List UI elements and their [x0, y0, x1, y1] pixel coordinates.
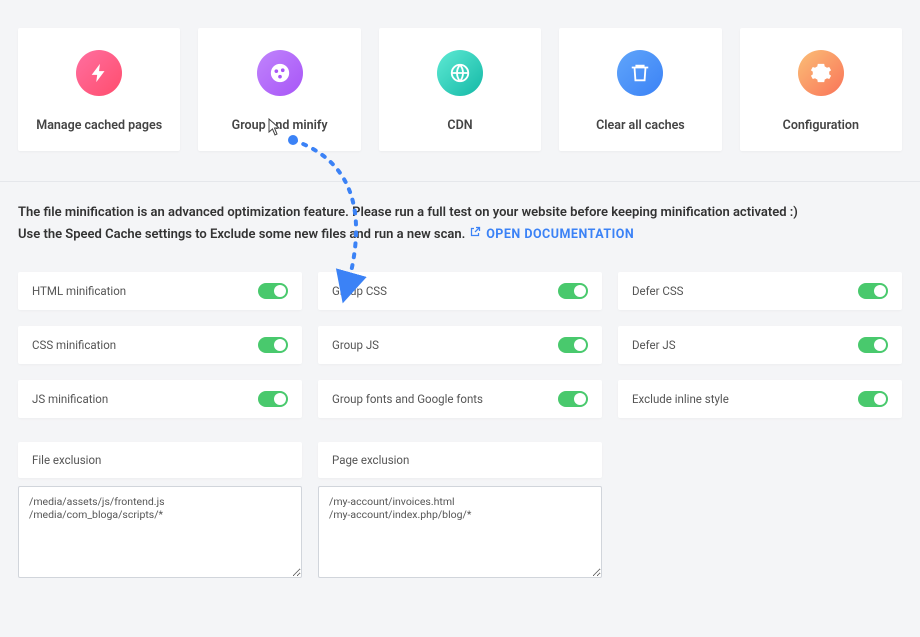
setting-label: Group CSS — [332, 284, 387, 298]
info-line-1: The file minification is an advanced opt… — [18, 202, 902, 224]
setting-label: Group JS — [332, 338, 379, 352]
setting-exclude-inline-style: Exclude inline style — [618, 380, 902, 418]
file-exclusion-textarea[interactable] — [18, 486, 302, 578]
info-line-2: Use the Speed Cache settings to Exclude … — [18, 224, 902, 246]
setting-label: CSS minification — [32, 338, 116, 352]
info-line-2-prefix: Use the Speed Cache settings to Exclude … — [18, 227, 469, 242]
card-configuration[interactable]: Configuration — [740, 28, 902, 151]
setting-label: Defer JS — [632, 338, 676, 352]
info-block: The file minification is an advanced opt… — [0, 182, 920, 260]
page-exclusion-textarea[interactable] — [318, 486, 602, 578]
external-link-icon — [469, 224, 481, 245]
toggle-group-js[interactable] — [558, 337, 588, 353]
setting-group-js: Group JS — [318, 326, 602, 364]
page-exclusion-col: Page exclusion — [318, 442, 602, 582]
card-label: CDN — [389, 118, 531, 133]
setting-group-css: Group CSS — [318, 272, 602, 310]
card-label: Group and minify — [208, 118, 350, 133]
top-cards-row: Manage cached pages Group and minify CDN… — [0, 0, 920, 171]
file-exclusion-label: File exclusion — [18, 442, 302, 478]
card-label: Clear all caches — [569, 118, 711, 133]
toggle-js-minification[interactable] — [258, 391, 288, 407]
setting-group-fonts: Group fonts and Google fonts — [318, 380, 602, 418]
toggle-css-minification[interactable] — [258, 337, 288, 353]
setting-js-minification: JS minification — [18, 380, 302, 418]
file-exclusion-col: File exclusion — [18, 442, 302, 582]
toggle-group-fonts[interactable] — [558, 391, 588, 407]
setting-html-minification: HTML minification — [18, 272, 302, 310]
settings-grid: HTML minification Group CSS Defer CSS CS… — [0, 260, 920, 418]
exclusion-row: File exclusion Page exclusion — [0, 418, 920, 582]
setting-defer-js: Defer JS — [618, 326, 902, 364]
toggle-html-minification[interactable] — [258, 283, 288, 299]
setting-css-minification: CSS minification — [18, 326, 302, 364]
setting-label: Group fonts and Google fonts — [332, 392, 483, 406]
toggle-group-css[interactable] — [558, 283, 588, 299]
card-cdn[interactable]: CDN — [379, 28, 541, 151]
bolt-icon — [76, 50, 122, 96]
card-label: Manage cached pages — [28, 118, 170, 133]
setting-defer-css: Defer CSS — [618, 272, 902, 310]
setting-label: HTML minification — [32, 284, 126, 298]
page-exclusion-label: Page exclusion — [318, 442, 602, 478]
card-clear-all-caches[interactable]: Clear all caches — [559, 28, 721, 151]
open-documentation-label: OPEN DOCUMENTATION — [486, 227, 634, 242]
palette-icon — [257, 50, 303, 96]
setting-label: JS minification — [32, 392, 108, 406]
toggle-defer-js[interactable] — [858, 337, 888, 353]
toggle-defer-css[interactable] — [858, 283, 888, 299]
setting-label: Exclude inline style — [632, 392, 729, 406]
gear-icon — [798, 50, 844, 96]
setting-label: Defer CSS — [632, 284, 684, 298]
card-group-and-minify[interactable]: Group and minify — [198, 28, 360, 151]
trash-icon — [617, 50, 663, 96]
toggle-exclude-inline-style[interactable] — [858, 391, 888, 407]
open-documentation-link[interactable]: OPEN DOCUMENTATION — [469, 227, 635, 242]
card-label: Configuration — [750, 118, 892, 133]
card-manage-cached-pages[interactable]: Manage cached pages — [18, 28, 180, 151]
globe-icon — [437, 50, 483, 96]
